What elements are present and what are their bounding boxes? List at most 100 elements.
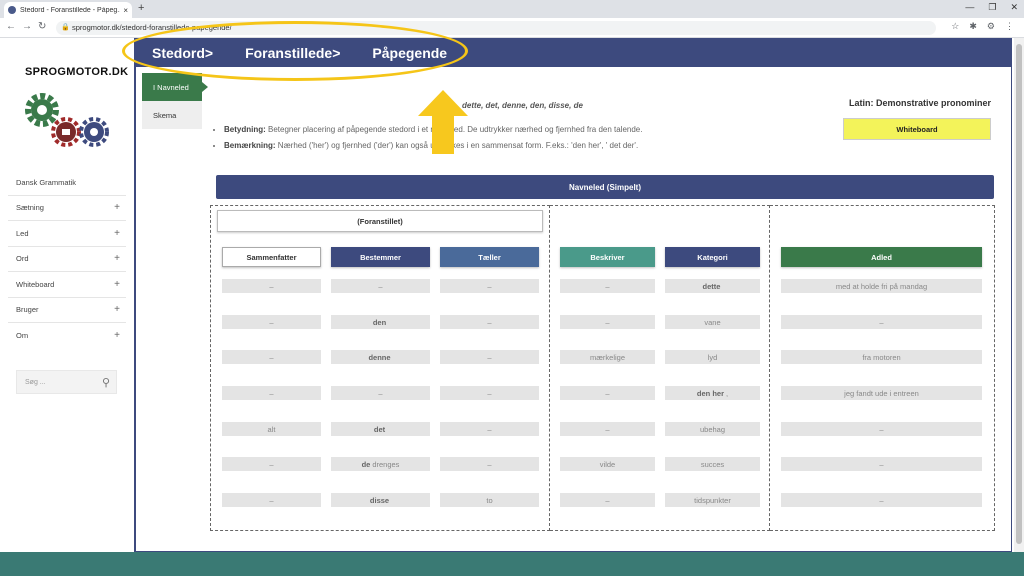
table-cell: –: [781, 493, 982, 507]
back-icon[interactable]: ←: [6, 21, 16, 32]
menu-icon[interactable]: ⋮: [1005, 21, 1014, 32]
description-list: Betydning: Betegner placering af påpegen…: [216, 125, 776, 157]
sidebar-item-led[interactable]: Led +: [8, 221, 126, 247]
cell-text: succes: [700, 459, 725, 469]
cell-text: –: [378, 281, 383, 291]
browser-tab[interactable]: Stedord - Foranstillede - Påpeg... ×: [4, 2, 132, 18]
cell-text: –: [605, 281, 610, 291]
expand-plus-icon[interactable]: +: [114, 202, 120, 213]
table-cell: –: [440, 457, 539, 471]
cell-text: –: [487, 388, 492, 398]
expand-plus-icon[interactable]: +: [114, 304, 120, 315]
search-input[interactable]: Søg ... ⚲: [16, 370, 117, 394]
table-cell: jeg fandt ude i entreen: [781, 386, 982, 400]
cell-text: ubehag: [699, 424, 726, 434]
cell-text: –: [487, 281, 492, 291]
table-cell: den: [331, 315, 430, 329]
highlight-ellipse: [122, 21, 468, 81]
sidebar-item-bruger[interactable]: Bruger +: [8, 298, 126, 323]
table-cell: vane: [665, 315, 760, 329]
bullet-label: Bemærkning:: [224, 141, 276, 150]
cell-text: tidspunkter: [694, 495, 731, 505]
cell-text: –: [605, 388, 610, 398]
table-cell: ubehag: [665, 422, 760, 436]
sidebar-item-saetning[interactable]: Sætning +: [8, 196, 126, 221]
extensions-icon[interactable]: ✱: [969, 21, 977, 32]
sidebar-item-om[interactable]: Om +: [8, 323, 126, 349]
close-window-icon[interactable]: ✕: [1010, 2, 1018, 13]
table-cell: de drenges: [331, 457, 430, 471]
table-cell: disse: [331, 493, 430, 507]
table-cell: det: [331, 422, 430, 436]
up-arrow-icon: [418, 90, 468, 154]
reload-icon[interactable]: ↻: [38, 21, 46, 32]
table-cell: –: [781, 422, 982, 436]
cell-text: –: [269, 281, 274, 291]
table-cell: –: [440, 350, 539, 364]
table-cell: –: [440, 279, 539, 293]
column-header-sammenfatter: Sammenfatter: [222, 247, 321, 267]
table-cell: –: [331, 279, 430, 293]
scrollbar-thumb[interactable]: [1016, 44, 1022, 544]
table-cell: dette: [665, 279, 760, 293]
table-cell: –: [781, 315, 982, 329]
cell-text: mærkelige: [589, 352, 625, 362]
sidebar-item-whiteboard[interactable]: Whiteboard +: [8, 272, 126, 298]
browser-tabbar: Stedord - Foranstillede - Påpeg... × + —…: [0, 0, 1024, 18]
cell-text: –: [605, 495, 610, 505]
table-cell: to: [440, 493, 539, 507]
table-cell: –: [440, 386, 539, 400]
sidebar-item-ord[interactable]: Ord +: [8, 247, 126, 272]
column-header-kategori: Kategori: [665, 247, 760, 267]
cell-text: –: [269, 317, 274, 327]
cell-text: –: [269, 495, 274, 505]
cell-text: –: [879, 424, 884, 434]
star-icon[interactable]: ☆: [951, 21, 959, 32]
minimize-icon[interactable]: —: [965, 2, 974, 13]
table-cell: –: [222, 457, 321, 471]
table-cell: –: [222, 279, 321, 293]
scrollbar[interactable]: [1014, 38, 1024, 552]
table-cell: –: [222, 350, 321, 364]
sidebar-item-dansk-grammatik[interactable]: Dansk Grammatik: [8, 170, 126, 196]
cell-text: to: [486, 495, 493, 505]
search-icon[interactable]: ⚲: [102, 376, 110, 389]
settings-icon[interactable]: ⚙: [987, 21, 995, 32]
cell-text: –: [879, 317, 884, 327]
page-footer: [0, 552, 1024, 576]
search-placeholder: Søg ...: [25, 378, 46, 386]
restore-icon[interactable]: ❐: [988, 2, 996, 13]
expand-plus-icon[interactable]: +: [114, 253, 120, 264]
cell-bold-word: det: [373, 424, 386, 434]
tab-skema[interactable]: Skema: [142, 101, 202, 129]
cell-text: –: [269, 459, 274, 469]
close-tab-icon[interactable]: ×: [123, 6, 128, 15]
cell-bold-word: den: [372, 317, 387, 327]
cell-text: –: [605, 424, 610, 434]
cell-text: med at holde fri på mandag: [835, 281, 928, 291]
latin-term: Latin: Demonstrative pronominer: [848, 98, 991, 108]
new-tab-button[interactable]: +: [138, 2, 144, 14]
column-header-adled: Adled: [781, 247, 982, 267]
tab-title: Stedord - Foranstillede - Påpeg...: [20, 6, 121, 14]
table-cell: –: [560, 422, 655, 436]
table-cell: alt: [222, 422, 321, 436]
sidebar-item-label: Whiteboard: [16, 279, 55, 289]
cell-bold-word: dette: [702, 281, 721, 291]
table-cell: –: [222, 315, 321, 329]
cell-text: vilde: [599, 459, 616, 469]
sidebar-item-label: Bruger: [16, 305, 39, 315]
browser-toolbar-icons: ☆ ✱ ⚙ ⋮: [951, 21, 1014, 32]
table-title: Navneled (Simpelt): [216, 175, 994, 199]
expand-plus-icon[interactable]: +: [114, 330, 120, 341]
table-cell: med at holde fri på mandag: [781, 279, 982, 293]
site-logo-text[interactable]: SPROGMOTOR.DK: [25, 66, 128, 78]
tab-i-navneled[interactable]: I Navneled: [142, 73, 208, 101]
whiteboard-button[interactable]: Whiteboard: [843, 118, 991, 140]
expand-plus-icon[interactable]: +: [114, 279, 120, 290]
table-cell: –: [222, 493, 321, 507]
cell-text: vane: [704, 317, 721, 327]
table-cell: –: [440, 315, 539, 329]
forward-icon[interactable]: →: [22, 21, 32, 32]
expand-plus-icon[interactable]: +: [114, 228, 120, 239]
